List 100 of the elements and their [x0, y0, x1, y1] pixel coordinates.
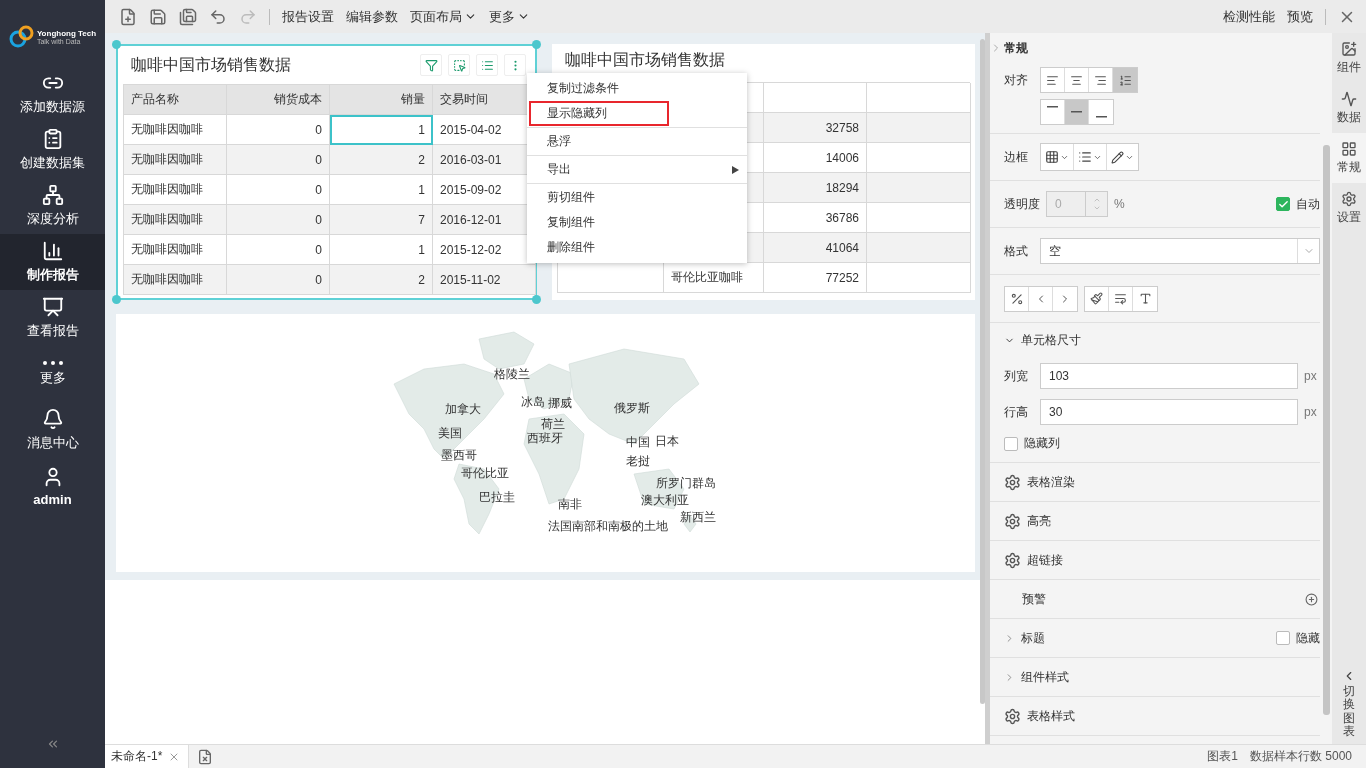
save-icon[interactable] [149, 7, 167, 26]
map-label: 荷兰 [541, 416, 565, 432]
sidebar-item[interactable]: 消息中心 [0, 402, 105, 458]
settings-icon[interactable] [1004, 551, 1021, 569]
table-cell: 0 [227, 235, 330, 265]
section-title[interactable]: 标题 [1021, 629, 1045, 647]
map-label: 新西兰 [680, 509, 716, 526]
table-cell: 7 [330, 205, 433, 235]
settings-icon[interactable] [1004, 707, 1021, 725]
table-cell: 2 [330, 265, 433, 295]
more-icon [42, 361, 63, 365]
card-title: 咖啡中国市场销售数据 [565, 49, 725, 70]
toolbar-menu[interactable]: 报告设置 [282, 7, 334, 26]
resize-handle[interactable] [112, 40, 121, 49]
settings-icon[interactable] [1004, 512, 1021, 530]
list-icon [480, 58, 494, 72]
sidebar-item[interactable]: 创建数据集 [0, 122, 105, 178]
section-title[interactable]: 预警 [1022, 590, 1046, 608]
table-cell: 0 [227, 145, 330, 175]
side-tab[interactable]: 数据 [1332, 83, 1366, 133]
settings-icon [1341, 190, 1357, 207]
select-button[interactable] [448, 54, 470, 76]
align-icon [1094, 73, 1107, 87]
save-as-icon[interactable] [179, 7, 197, 26]
percent-icon [1009, 291, 1024, 306]
undo-icon[interactable] [209, 7, 227, 26]
align-button[interactable] [1065, 100, 1089, 124]
settings-icon[interactable] [1004, 473, 1021, 491]
table-cell: 哥伦比亚咖啡 [664, 263, 764, 293]
more-button[interactable] [504, 54, 526, 76]
map-label: 中国 [626, 434, 650, 451]
map-label: 俄罗斯 [614, 400, 650, 417]
align-icon [1118, 73, 1132, 87]
table-cell: 14006 [764, 143, 867, 173]
line-icon [1071, 111, 1082, 113]
column-header: 产品名称 [124, 85, 227, 115]
side-tab[interactable]: 组件 [1332, 33, 1366, 83]
line-chart-icon [1341, 90, 1357, 107]
sidebar-item[interactable]: 深度分析 [0, 178, 105, 234]
toolbar-action[interactable]: 预览 [1287, 7, 1313, 26]
scrollbar[interactable] [1323, 145, 1330, 715]
toolbar-action[interactable]: 检测性能 [1223, 7, 1275, 26]
new-file-icon[interactable] [119, 7, 137, 26]
toolbar-menu[interactable]: 更多 [489, 7, 530, 26]
align-icon [1046, 73, 1059, 87]
add-icon[interactable] [1305, 592, 1318, 606]
format-select[interactable]: 空 [1040, 238, 1320, 264]
scrollbar[interactable] [980, 39, 985, 704]
side-tab[interactable]: 设置 [1332, 183, 1366, 233]
field-label: 列宽 [1004, 367, 1029, 385]
sidebar-item[interactable]: admin [0, 458, 105, 514]
filter-button[interactable] [420, 54, 442, 76]
image-plus-icon [1341, 40, 1357, 57]
sidebar-item[interactable]: 制作报告 [0, 234, 105, 290]
resize-handle[interactable] [112, 295, 121, 304]
sidebar-item[interactable]: 更多 [0, 346, 105, 402]
section-title[interactable]: 表格渲染 [1027, 473, 1075, 491]
map-label: 日本 [655, 433, 679, 450]
field-label: 对齐 [1004, 71, 1029, 89]
table-cell: 2015-11-02 [433, 265, 536, 295]
toolbar-menu[interactable]: 编辑参数 [346, 7, 398, 26]
panel-title: 常规 [1004, 39, 1028, 57]
sidebar-item[interactable]: 添加数据源 [0, 66, 105, 122]
table-cell: 1 [330, 115, 433, 145]
side-tab[interactable]: 常规 [1332, 133, 1366, 183]
section-title[interactable]: 超链接 [1027, 551, 1063, 569]
menu-item[interactable]: 显示隐藏列 [529, 101, 669, 126]
map-label: 所罗门群岛 [656, 475, 716, 492]
section-title[interactable]: 组件样式 [1021, 668, 1069, 686]
sidebar-item[interactable]: 查看报告 [0, 290, 105, 346]
section-title[interactable]: 高亮 [1027, 512, 1051, 530]
map-label: 墨西哥 [441, 447, 477, 464]
unit-label: px [1304, 369, 1318, 383]
hide-checkbox[interactable]: 隐藏 [1276, 629, 1320, 647]
status-text: 数据样本行数 5000 [1249, 748, 1352, 765]
field-label: 格式 [1004, 242, 1029, 260]
export-file-icon[interactable] [197, 748, 214, 765]
toolbar-menu[interactable]: 页面布局 [410, 7, 477, 26]
section-title[interactable]: 表格样式 [1027, 707, 1075, 725]
height-field[interactable]: 30 [1040, 399, 1298, 425]
submenu-arrow-icon [732, 165, 739, 174]
resize-handle[interactable] [532, 295, 541, 304]
field-label: 边框 [1004, 148, 1029, 166]
report-tab[interactable]: 未命名-1* [105, 745, 190, 768]
status-text: 图表1 [1207, 748, 1238, 765]
resize-handle[interactable] [532, 40, 541, 49]
table-cell: 0 [227, 175, 330, 205]
section-title: 单元格尺寸 [1021, 331, 1081, 349]
table-cell: 0 [227, 115, 330, 145]
map-label: 老挝 [626, 453, 650, 470]
logo-icon [8, 25, 35, 49]
width-field[interactable]: 103 [1040, 363, 1298, 389]
grid-icon [1341, 140, 1357, 157]
brush-icon [1090, 292, 1103, 305]
map-label: 西班牙 [527, 430, 563, 447]
table-cell: 无咖啡因咖啡 [124, 115, 227, 145]
align-button[interactable] [1113, 68, 1137, 92]
switch-chart-label[interactable]: 切换图表 [1343, 685, 1355, 738]
hide-column-checkbox[interactable]: 隐藏列 [1004, 435, 1320, 452]
list-button[interactable] [476, 54, 498, 76]
